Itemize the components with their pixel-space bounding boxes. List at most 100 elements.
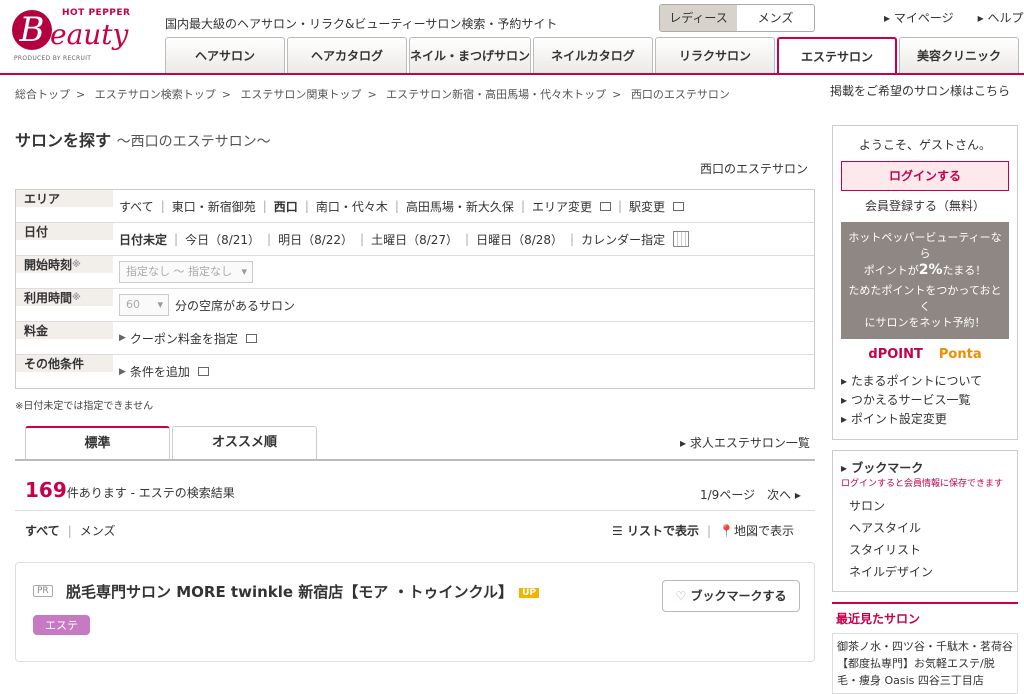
point-settings-link[interactable]: ▸ ポイント設定変更 — [841, 410, 1009, 429]
tab-esthe-salon[interactable]: エステサロン — [777, 37, 897, 74]
area-takadanobaba[interactable]: 高田馬場・新大久保 — [406, 198, 514, 215]
sidebar: ようこそ、ゲストさん。 ログインする 会員登録する（無料） ホットペッパービュー… — [832, 125, 1018, 694]
dpoint-logo: dPOINT — [868, 347, 923, 362]
change-area-link[interactable]: エリア変更 — [532, 198, 592, 215]
recruit-link[interactable]: ▸ 求人エステサロン一覧 — [680, 434, 810, 451]
tab-hair-salon[interactable]: ヘアサロン — [165, 37, 285, 74]
asterisk: ※ — [72, 259, 81, 270]
area-west[interactable]: 西口 — [274, 198, 298, 215]
date-undecided[interactable]: 日付未定 — [119, 231, 167, 248]
gender-mens[interactable]: メンズ — [737, 5, 814, 31]
salon-name[interactable]: 脱毛専門サロン MORE twinkle 新宿店【モア ・トゥインクル】 UP — [66, 581, 539, 602]
login-box: ようこそ、ゲストさん。 ログインする 会員登録する（無料） ホットペッパービュー… — [832, 125, 1018, 440]
logo-produced: PRODUCED BY RECRUIT — [14, 55, 92, 62]
point-pct: 2% — [918, 262, 943, 278]
usage-time-suffix: 分の空席があるサロン — [175, 298, 296, 313]
recruit-label: 求人エステサロン一覧 — [689, 436, 810, 450]
bookmark-stylist[interactable]: スタイリスト — [841, 539, 1009, 561]
crumb-shinjuku[interactable]: エステサロン新宿・高田馬場・代々木トップ — [386, 88, 606, 101]
usage-time-val: 60 分の空席があるサロン — [113, 294, 295, 316]
calendar-icon[interactable] — [673, 231, 690, 247]
point-banner[interactable]: ホットペッパービューティーなら ポイントが2%たまる！ ためたポイントをつかって… — [841, 222, 1009, 339]
tab-beauty-clinic[interactable]: 美容クリニック — [899, 37, 1019, 74]
recent-salon-item[interactable]: 御茶ノ水・四ツ谷・千駄木・茗荷谷【都度払専門】お気軽エステ/脱毛・痩身 Oasi… — [832, 633, 1018, 694]
advert-link[interactable]: 掲載をご希望のサロン様はこちら — [830, 82, 1010, 99]
coupon-price-link[interactable]: クーポン料金を指定 — [130, 330, 238, 347]
external-window-icon — [673, 201, 685, 211]
area-east[interactable]: 東口・新宿御苑 — [172, 198, 256, 215]
bookmark-note: ログインすると会員情報に保存できます — [841, 479, 1004, 489]
filter-all[interactable]: すべて — [25, 524, 60, 538]
bookmark-button[interactable]: ♡ ブックマークする — [662, 580, 800, 612]
date-head: 日付 — [16, 223, 113, 240]
mypage-link[interactable]: ▸ マイページ — [884, 11, 966, 25]
welcome-text: ようこそ、ゲストさん。 — [858, 138, 991, 152]
calendar-link[interactable]: カレンダー指定 — [581, 231, 665, 248]
hotpepper-beauty-logo[interactable]: B HOT PEPPER eauty PRODUCED BY RECRUIT — [12, 8, 140, 66]
date-saturday[interactable]: 土曜日（8/27） — [371, 231, 458, 248]
main-tabs: ヘアサロン ヘアカタログ ネイル・まつげサロン ネイルカタログ リラクサロン エ… — [165, 37, 1021, 74]
crumb-esthe-top[interactable]: エステサロン検索トップ — [95, 88, 216, 101]
crumb-kanto[interactable]: エステサロン関東トップ — [240, 88, 361, 101]
tab-nail-eyelash[interactable]: ネイル・まつげサロン — [409, 37, 531, 74]
add-condition-link[interactable]: 条件を追加 — [130, 363, 190, 380]
header: B HOT PEPPER eauty PRODUCED BY RECRUIT 国… — [0, 0, 1024, 75]
change-station-link[interactable]: 駅変更 — [629, 198, 665, 215]
services-link[interactable]: ▸ つかえるサービス一覧 — [841, 391, 1009, 410]
services-label: つかえるサービス一覧 — [850, 393, 971, 407]
date-row: 日付 日付未定 | 今日（8/21） | 明日（8/22） | 土曜日（8/27） | … — [16, 223, 814, 256]
bookmark-box: ▸ ブックマーク ログインすると会員情報に保存できます サロン ヘアスタイル ス… — [832, 450, 1018, 592]
crumb-sep: > — [612, 88, 622, 101]
bookmark-title[interactable]: ▸ ブックマーク — [841, 459, 1009, 476]
external-window-icon — [197, 367, 209, 376]
next-page-link[interactable]: 次へ ▸ — [767, 488, 801, 502]
crumb-sep: > — [76, 88, 86, 101]
point-about-label: たまるポイントについて — [850, 374, 983, 388]
tab-underline — [0, 73, 1024, 75]
start-time-row: 開始時刻 ※ 指定なし ～ 指定なし — [16, 256, 814, 289]
date-today[interactable]: 今日（8/21） — [185, 231, 260, 248]
date-options: 日付未定 | 今日（8/21） | 明日（8/22） | 土曜日（8/27） | 日曜日… — [113, 231, 690, 248]
start-time-select[interactable]: 指定なし ～ 指定なし — [119, 261, 253, 283]
start-time-val: 指定なし ～ 指定なし — [113, 261, 253, 283]
register-link[interactable]: 会員登録する（無料） — [841, 197, 1009, 214]
area-south[interactable]: 南口・代々木 — [316, 198, 388, 215]
map-view-link[interactable]: 地図で表示 — [734, 524, 794, 538]
arrow-right-icon: ▶ — [119, 366, 126, 377]
help-label: ヘルプ — [987, 11, 1024, 25]
crumb-top[interactable]: 総合トップ — [15, 88, 70, 101]
result-count: 169件あります - エステの検索結果 — [25, 478, 235, 502]
bookmark-nail[interactable]: ネイルデザイン — [841, 561, 1009, 583]
list-view-link[interactable]: リストで表示 — [627, 524, 699, 538]
login-button[interactable]: ログインする — [841, 161, 1009, 191]
tab-recommended[interactable]: オススメ順 — [172, 426, 317, 460]
logo-eauty: eauty — [50, 18, 129, 51]
mypage-label: マイページ — [893, 11, 954, 25]
tab-standard[interactable]: 標準 — [25, 426, 170, 460]
area-all[interactable]: すべて — [119, 198, 154, 215]
bookmark-salon[interactable]: サロン — [841, 495, 1009, 517]
tab-relax-salon[interactable]: リラクサロン — [655, 37, 775, 74]
bookmark-label: ブックマークする — [690, 589, 787, 603]
bookmark-hairstyle[interactable]: ヘアスタイル — [841, 517, 1009, 539]
heart-icon: ♡ — [675, 589, 687, 603]
recent-title: 最近見たサロン — [836, 612, 921, 626]
gender-ladies[interactable]: レディース — [660, 5, 737, 31]
date-sunday[interactable]: 日曜日（8/28） — [476, 231, 563, 248]
top-links: ▸ マイページ ▸ ヘルプ — [884, 9, 1024, 26]
help-link[interactable]: ▸ ヘルプ — [978, 11, 1024, 25]
other-head: その他条件 — [16, 355, 113, 372]
arrow-right-icon: ▶ — [119, 333, 126, 343]
salon-card: PR 脱毛専門サロン MORE twinkle 新宿店【モア ・トゥインクル】 U… — [15, 562, 815, 662]
area-row: エリア すべて | 東口・新宿御苑 | 西口 | 南口・代々木 | 高田馬場・新大久保 |… — [16, 190, 814, 223]
point-about-link[interactable]: ▸ たまるポイントについて — [841, 372, 1009, 391]
gender-filter: すべて | メンズ — [25, 524, 116, 538]
filter-mens[interactable]: メンズ — [80, 524, 116, 538]
usage-time-select[interactable]: 60 — [119, 294, 169, 316]
price-head: 料金 — [16, 322, 113, 339]
area-head: エリア — [16, 190, 113, 207]
tab-hair-catalog[interactable]: ヘアカタログ — [287, 37, 407, 74]
tab-nail-catalog[interactable]: ネイルカタログ — [533, 37, 653, 74]
date-tomorrow[interactable]: 明日（8/22） — [278, 231, 353, 248]
tagline: 国内最大級のヘアサロン・リラク&ビューティーサロン検索・予約サイト — [165, 17, 558, 31]
